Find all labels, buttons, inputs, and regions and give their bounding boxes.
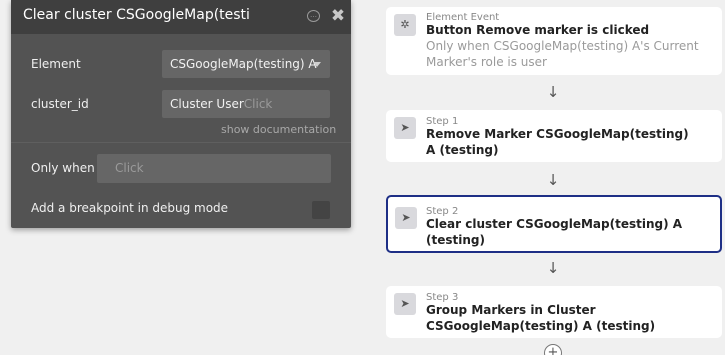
event-card[interactable]: ✲ Element Event Button Remove marker is … bbox=[386, 7, 722, 75]
step-card[interactable]: ➤ Step 1 Remove Marker CSGoogleMap(testi… bbox=[386, 110, 722, 162]
cursor-click-icon: ✲ bbox=[394, 14, 416, 36]
pointer-icon: ➤ bbox=[394, 117, 416, 139]
step-card-selected[interactable]: ➤ Step 2 Clear cluster CSGoogleMap(testi… bbox=[386, 195, 722, 253]
add-step-icon[interactable]: + bbox=[544, 344, 562, 355]
panel-title: Clear cluster CSGoogleMap(testi bbox=[23, 7, 250, 23]
element-dropdown[interactable]: CSGoogleMap(testing) A bbox=[162, 50, 330, 78]
only-when-label: Only when bbox=[31, 161, 95, 175]
only-when-field[interactable]: Click bbox=[97, 154, 331, 183]
property-editor-panel: Clear cluster CSGoogleMap(testi … ✖ Elem… bbox=[11, 0, 351, 228]
arrow-down-icon: ↓ bbox=[546, 259, 560, 277]
close-icon[interactable]: ✖ bbox=[330, 6, 346, 26]
panel-divider bbox=[11, 142, 351, 143]
panel-header[interactable]: Clear cluster CSGoogleMap(testi … ✖ bbox=[11, 0, 351, 34]
breakpoint-label: Add a breakpoint in debug mode bbox=[31, 201, 229, 215]
pointer-icon: ➤ bbox=[394, 293, 416, 315]
event-title: Button Remove marker is clicked bbox=[426, 23, 650, 37]
arrow-down-icon: ↓ bbox=[546, 83, 560, 101]
pointer-icon: ➤ bbox=[395, 207, 417, 229]
chevron-down-icon bbox=[313, 62, 321, 67]
element-dropdown-value: CSGoogleMap(testing) A bbox=[170, 57, 317, 71]
step-title: Clear cluster CSGoogleMap(testing) A (te… bbox=[426, 217, 683, 247]
step-card[interactable]: ➤ Step 3 Group Markers in Cluster CSGoog… bbox=[386, 286, 722, 338]
cluster-id-field[interactable]: Cluster UserClick bbox=[162, 90, 330, 118]
show-documentation-link[interactable]: show documentation bbox=[221, 123, 336, 136]
step-title: Group Markers in Cluster CSGoogleMap(tes… bbox=[426, 303, 656, 333]
breakpoint-checkbox[interactable] bbox=[312, 201, 330, 219]
only-when-placeholder: Click bbox=[115, 161, 144, 175]
cluster-id-placeholder: Click bbox=[243, 97, 273, 111]
event-condition: Only when CSGoogleMap(testing) A's Curre… bbox=[426, 39, 699, 69]
cluster-id-label: cluster_id bbox=[31, 97, 89, 111]
comment-icon[interactable]: … bbox=[307, 10, 320, 22]
cluster-id-value: Cluster User bbox=[170, 97, 244, 111]
element-label: Element bbox=[31, 57, 81, 71]
arrow-down-icon: ↓ bbox=[546, 171, 560, 189]
step-title: Remove Marker CSGoogleMap(testing) A (te… bbox=[426, 127, 689, 157]
